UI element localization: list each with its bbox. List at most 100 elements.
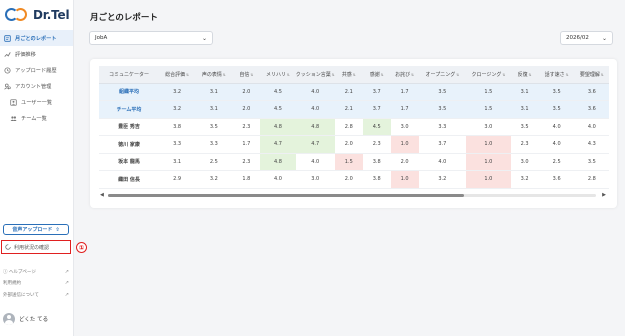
- scroll-track[interactable]: [108, 193, 596, 197]
- column-header[interactable]: 反復⇅: [510, 66, 539, 84]
- report-card: コミュニケーター 総合評価⇅ 声の表情⇅ 自信⇅ メリハリ⇅ クッション言葉⇅ 共感⇅ 感謝⇅…: [90, 59, 617, 208]
- sort-icon[interactable]: ⇅: [529, 73, 532, 77]
- score-cell: 4.5: [362, 118, 391, 136]
- communicator-name: チーム平均: [99, 100, 159, 119]
- score-cell: 4.0: [260, 170, 296, 189]
- column-header-label: 要望理解: [579, 71, 600, 78]
- score-cell: 1.0: [466, 153, 511, 171]
- table-row: 織田 信長 2.9 3.2 1.8 4.0 3.0 2.0 3.8 1.0 3.2 1.0 3.2 3.…: [99, 170, 609, 189]
- score-cell: 3.5: [574, 153, 609, 171]
- column-header[interactable]: 要望理解⇅: [574, 66, 609, 84]
- score-cell: 2.5: [538, 153, 575, 171]
- score-cell: 3.6: [574, 83, 609, 101]
- sidebar-item-account[interactable]: アカウント管理: [0, 78, 73, 94]
- trend-icon: [4, 51, 11, 58]
- score-cell: 3.8: [158, 118, 196, 136]
- user-profile[interactable]: どくた てる: [3, 313, 48, 325]
- help-page-link[interactable]: ⓘ ヘルプページ ↗: [3, 266, 69, 278]
- sort-icon[interactable]: ⇅: [601, 73, 604, 77]
- sidebar-item-team-list[interactable]: チーム一覧: [0, 110, 73, 126]
- external-transmission-link[interactable]: 外部送信について ↗: [3, 289, 69, 301]
- score-cell: 2.8: [574, 170, 609, 189]
- user-name: どくた てる: [19, 317, 49, 323]
- column-header-label: 反復: [517, 71, 528, 78]
- score-cell: 2.3: [362, 135, 391, 154]
- scroll-left-icon[interactable]: ◀: [100, 192, 104, 198]
- table-row: 豊臣 秀吉 3.8 3.5 2.3 4.8 4.8 2.8 4.5 3.0 3.3 3.0 3.5 4.…: [99, 118, 609, 136]
- sidebar-item-label: チーム一覧: [21, 115, 47, 122]
- table-row: 坂本 龍馬 3.1 2.5 2.3 4.8 4.0 1.5 3.8 2.0 4.0 1.0 3.0 2.…: [99, 153, 609, 171]
- column-header[interactable]: クロージング⇅: [466, 66, 511, 84]
- score-cell: 3.6: [538, 170, 575, 189]
- sort-icon[interactable]: ⇅: [381, 73, 384, 77]
- score-cell: 4.7: [260, 135, 296, 154]
- report-table: コミュニケーター 総合評価⇅ 声の表情⇅ 自信⇅ メリハリ⇅ クッション言葉⇅ 共感⇅ 感謝⇅…: [99, 66, 609, 189]
- logo[interactable]: Dr.Tel: [0, 2, 73, 28]
- sort-icon[interactable]: ⇅: [186, 73, 189, 77]
- score-cell: 4.0: [574, 118, 609, 136]
- scroll-right-icon[interactable]: ▶: [602, 192, 606, 198]
- column-header[interactable]: 感謝⇅: [362, 66, 391, 84]
- column-header-label: クッション言葉: [295, 71, 331, 78]
- sidebar-item-user-list[interactable]: ユーザー一覧: [0, 94, 73, 110]
- report-icon: [4, 34, 11, 42]
- score-cell: 1.0: [390, 170, 419, 189]
- sort-icon[interactable]: ⇅: [456, 73, 459, 77]
- column-header-label: 声の表情: [201, 71, 222, 78]
- column-header[interactable]: メリハリ⇅: [260, 66, 296, 84]
- column-header[interactable]: 自信⇅: [232, 66, 261, 84]
- communicator-name: 坂本 龍馬: [99, 153, 159, 171]
- sidebar-item-label: アカウント管理: [15, 83, 52, 90]
- sort-icon[interactable]: ⇅: [566, 73, 569, 77]
- sort-icon[interactable]: ⇅: [287, 73, 290, 77]
- column-header[interactable]: 声の表情⇅: [195, 66, 233, 84]
- column-header[interactable]: オープニング⇅: [418, 66, 467, 84]
- column-header-label: 総合評価: [165, 71, 186, 78]
- score-cell: 3.1: [510, 100, 539, 119]
- score-cell: 2.1: [334, 83, 363, 101]
- score-cell: 3.2: [195, 170, 233, 189]
- sort-icon[interactable]: ⇅: [250, 73, 253, 77]
- terms-link[interactable]: 利用規約 ↗: [3, 278, 69, 290]
- horizontal-scrollbar[interactable]: ◀ ▶: [100, 192, 606, 198]
- score-cell: 4.8: [260, 153, 296, 171]
- table-row: チーム平均 3.2 3.1 2.0 4.5 4.0 2.1 3.7 1.7 3.5 1.5 3.1 3.…: [99, 100, 609, 119]
- score-cell: 2.0: [334, 170, 363, 189]
- usage-status-link[interactable]: 利用状況の確認: [1, 240, 71, 254]
- sort-icon[interactable]: ⇅: [411, 73, 414, 77]
- score-cell: 3.2: [418, 170, 467, 189]
- score-cell: 3.3: [158, 135, 196, 154]
- column-header[interactable]: 話す速さ⇅: [538, 66, 575, 84]
- score-cell: 1.7: [232, 135, 261, 154]
- score-cell: 2.0: [232, 100, 261, 119]
- audio-upload-button[interactable]: 音声アップロード ⇧: [3, 224, 69, 235]
- score-cell: 2.3: [232, 118, 261, 136]
- sidebar-item-monthly-report[interactable]: 月ごとのレポート: [0, 30, 73, 46]
- sort-icon[interactable]: ⇅: [502, 73, 505, 77]
- header-row: コミュニケーター 総合評価⇅ 声の表情⇅ 自信⇅ メリハリ⇅ クッション言葉⇅ 共感⇅ 感謝⇅…: [99, 66, 609, 84]
- column-header[interactable]: クッション言葉⇅: [295, 66, 335, 84]
- footer-links: ⓘ ヘルプページ ↗ 利用規約 ↗ 外部送信について ↗: [3, 266, 69, 301]
- month-select-value: 2026/02: [566, 35, 589, 41]
- sidebar-item-label: 月ごとのレポート: [15, 35, 57, 42]
- score-cell: 4.5: [260, 100, 296, 119]
- score-cell: 3.3: [418, 118, 467, 136]
- scroll-thumb[interactable]: [108, 193, 465, 197]
- column-header[interactable]: お詫び⇅: [390, 66, 419, 84]
- sidebar-item-trend[interactable]: 評価推移: [0, 46, 73, 62]
- month-select[interactable]: 2026/02 ⌄: [560, 31, 613, 45]
- job-select[interactable]: JobA ⌄: [89, 31, 213, 45]
- communicator-name: 徳川 家康: [99, 135, 159, 154]
- table-body: 組織平均 3.2 3.1 2.0 4.5 4.0 2.1 3.7 1.7 3.5 1.5 3.1 3.5…: [99, 83, 609, 189]
- job-select-value: JobA: [95, 35, 108, 41]
- column-header[interactable]: 総合評価⇅: [158, 66, 196, 84]
- column-header[interactable]: 共感⇅: [334, 66, 363, 84]
- sort-icon[interactable]: ⇅: [223, 73, 226, 77]
- score-cell: 2.5: [195, 153, 233, 171]
- terms-label: 利用規約: [3, 281, 21, 287]
- sort-icon[interactable]: ⇅: [353, 73, 356, 77]
- communicator-name: 組織平均: [99, 83, 159, 101]
- score-cell: 2.0: [232, 83, 261, 101]
- sidebar-item-upload-history[interactable]: アップロード履歴: [0, 62, 73, 78]
- column-header-label: 自信: [239, 71, 250, 78]
